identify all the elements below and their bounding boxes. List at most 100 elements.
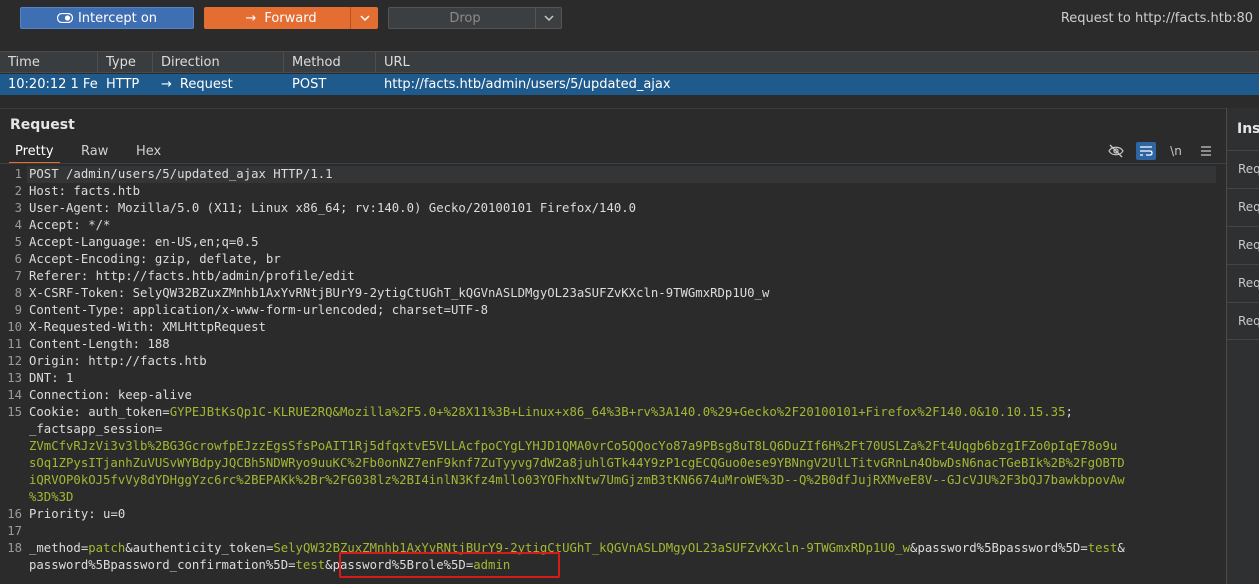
header-name: Accept-Encoding: bbox=[29, 252, 155, 266]
header-name: Content-Length: bbox=[29, 337, 148, 351]
line-number: 10 bbox=[7, 320, 22, 334]
line-number: 14 bbox=[7, 388, 22, 402]
chevron-down-icon bbox=[543, 15, 554, 21]
header-value: en-US,en;q=0.5 bbox=[154, 235, 259, 249]
line-content: POST /admin/users/5/updated_ajax HTTP/1.… bbox=[29, 166, 333, 183]
table-row[interactable]: 10:20:12 1 Fe... HTTP → Request POST http… bbox=[0, 74, 1259, 95]
inspector-title: Ins bbox=[1237, 121, 1259, 137]
line-number: 2 bbox=[14, 184, 22, 198]
forward-button[interactable]: → Forward bbox=[204, 7, 378, 29]
line-number: 17 bbox=[7, 524, 22, 538]
row-time: 10:20:12 1 Fe... bbox=[8, 77, 98, 92]
line-number: 1 bbox=[14, 167, 22, 181]
header-name: X-CSRF-Token: bbox=[29, 286, 133, 300]
inspector-section[interactable]: Req bbox=[1227, 302, 1259, 340]
line-number: 11 bbox=[7, 337, 22, 351]
drop-label: Drop bbox=[449, 10, 481, 26]
inspector-section[interactable]: Req bbox=[1227, 226, 1259, 264]
cookie-value: iQRVOP0kOJ5fvVy8dYDHggYzc6rc%2BEPAKk%2Br… bbox=[29, 473, 1125, 487]
history-table-header: Time Type Direction Method URL bbox=[0, 51, 1259, 73]
arrow-right-icon: → bbox=[161, 77, 172, 92]
inspector-section-label: Req bbox=[1238, 200, 1259, 214]
role-param-highlight-box bbox=[339, 552, 560, 578]
row-method: POST bbox=[292, 77, 327, 92]
column-direction[interactable]: Direction bbox=[153, 52, 284, 73]
proxy-toolbar: Intercept on → Forward Drop Request to h… bbox=[0, 0, 1259, 36]
intercept-toggle-button[interactable]: Intercept on bbox=[20, 7, 194, 29]
inspector-section[interactable]: Req bbox=[1227, 150, 1259, 188]
column-url[interactable]: URL bbox=[376, 52, 1259, 73]
inspector-section[interactable]: Req bbox=[1227, 188, 1259, 226]
inspector-panel: Ins Req Req Req Req Req bbox=[1226, 108, 1259, 584]
column-time[interactable]: Time bbox=[0, 52, 98, 73]
editor-tools: \n bbox=[1106, 141, 1216, 161]
header-value: keep-alive bbox=[117, 388, 192, 402]
line-number: 13 bbox=[7, 371, 22, 385]
row-type: HTTP bbox=[106, 77, 140, 92]
line-number: 8 bbox=[14, 286, 22, 300]
line-number: 7 bbox=[14, 269, 22, 283]
line-content: Referer: http://facts.htb/admin/profile/… bbox=[29, 268, 355, 285]
header-name: Priority: bbox=[29, 507, 104, 521]
drop-button[interactable]: Drop bbox=[388, 7, 562, 29]
param-value: patch bbox=[88, 541, 126, 555]
line-number: 6 bbox=[14, 252, 22, 266]
forward-label: Forward bbox=[264, 10, 317, 26]
tab-hex[interactable]: Hex bbox=[130, 142, 167, 164]
tab-raw[interactable]: Raw bbox=[75, 142, 114, 164]
header-value: http://facts.htb/admin/profile/edit bbox=[95, 269, 355, 283]
inspector-section-label: Req bbox=[1238, 314, 1259, 328]
line-content: Host: facts.htb bbox=[29, 183, 140, 200]
drop-dropdown-button[interactable] bbox=[535, 8, 561, 28]
header-value: */* bbox=[88, 218, 111, 232]
inspector-section[interactable]: Req bbox=[1227, 264, 1259, 302]
eye-hidden-icon[interactable] bbox=[1106, 142, 1126, 160]
intercept-label: Intercept on bbox=[77, 10, 158, 26]
param-name: authenticity_token bbox=[132, 541, 266, 555]
line-content: DNT: 1 bbox=[29, 370, 73, 387]
cookie-value: GYPEJBtKsQp1C-KLRUE2RQ&Mozilla%2F5.0+%28… bbox=[169, 405, 1066, 419]
header-name: POST /admin/users/5/updated_ajax HTTP/1.… bbox=[29, 167, 333, 181]
line-content: _method=patch&authenticity_token=SelyQW3… bbox=[29, 541, 1125, 555]
line-content: Origin: http://facts.htb bbox=[29, 353, 207, 370]
header-name: Accept: bbox=[29, 218, 89, 232]
header-value: 1 bbox=[66, 371, 74, 385]
line-content: X-Requested-With: XMLHttpRequest bbox=[29, 319, 266, 336]
line-content: Content-Length: 188 bbox=[29, 336, 170, 353]
header-value: SelyQW32BZuxZMnhb1AxYvRNtjBUrY9-2ytigCtU… bbox=[132, 286, 770, 300]
line-number: 4 bbox=[14, 218, 22, 232]
arrow-right-icon: → bbox=[245, 10, 257, 26]
line-number: 9 bbox=[14, 303, 22, 317]
header-name: Accept-Language: bbox=[29, 235, 155, 249]
request-editor[interactable]: 1 POST /admin/users/5/updated_ajax HTTP/1… bbox=[0, 166, 1226, 584]
line-content: Connection: keep-alive bbox=[29, 387, 192, 404]
param-name: password%5Bpassword_confirmation%5D bbox=[29, 558, 289, 572]
param-value: test bbox=[295, 558, 326, 572]
header-value: http://facts.htb bbox=[88, 354, 207, 368]
header-name: Referer: bbox=[29, 269, 96, 283]
param-name: _method bbox=[29, 541, 81, 555]
cookie-value: ZVmCfvRJzVi3v3lb%2BG3GcrowfpEJzzEgsSfsPo… bbox=[29, 439, 1118, 453]
column-method[interactable]: Method bbox=[284, 52, 376, 73]
header-value: XMLHttpRequest bbox=[162, 320, 266, 334]
toggle-icon bbox=[56, 13, 73, 23]
menu-icon[interactable] bbox=[1196, 142, 1216, 160]
forward-dropdown-button[interactable] bbox=[350, 7, 378, 29]
row-direction-label: Request bbox=[179, 77, 233, 92]
header-value: 188 bbox=[147, 337, 170, 351]
header-name: Host: bbox=[29, 184, 74, 198]
header-name: Connection: bbox=[29, 388, 118, 402]
newline-toggle-icon[interactable]: \n bbox=[1166, 142, 1186, 160]
line-number: 18 bbox=[7, 541, 22, 555]
line-content: Accept-Language: en-US,en;q=0.5 bbox=[29, 234, 259, 251]
request-target-label: Request to http://facts.htb:80 bbox=[1060, 11, 1253, 26]
request-title: Request bbox=[10, 117, 75, 133]
wrap-lines-icon[interactable] bbox=[1136, 142, 1156, 160]
header-name: Cookie: bbox=[29, 405, 89, 419]
header-name: DNT: bbox=[29, 371, 67, 385]
column-type[interactable]: Type bbox=[98, 52, 153, 73]
header-name: X-Requested-With: bbox=[29, 320, 163, 334]
line-content: X-CSRF-Token: SelyQW32BZuxZMnhb1AxYvRNtj… bbox=[29, 285, 769, 302]
tab-pretty[interactable]: Pretty bbox=[9, 142, 60, 164]
header-name: Origin: bbox=[29, 354, 89, 368]
